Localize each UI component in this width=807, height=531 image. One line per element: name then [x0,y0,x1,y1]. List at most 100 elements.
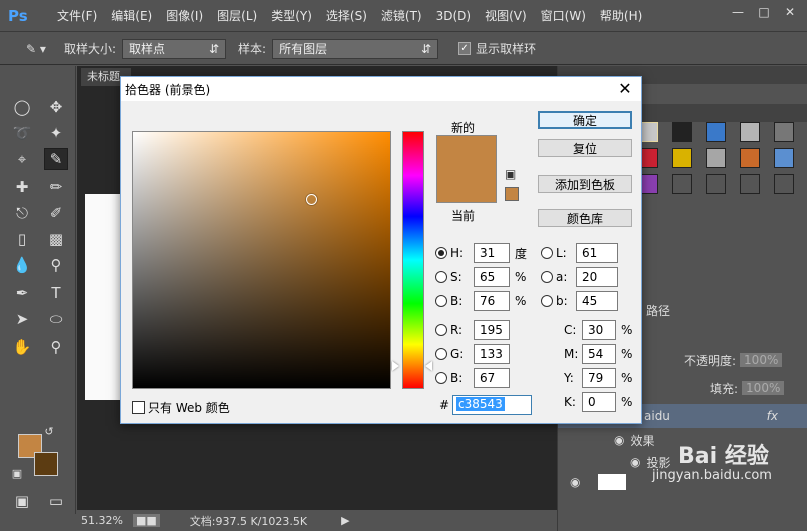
close-icon[interactable]: ✕ [615,79,635,98]
path-select-icon[interactable]: ➤ [10,308,34,330]
eye-icon[interactable]: ◉ [630,455,640,469]
eye-icon[interactable]: ◉ [614,433,624,447]
gradient-icon[interactable]: ▩ [44,228,68,250]
hue-slider-handle-left[interactable] [392,361,399,371]
style-swatch[interactable] [706,174,726,194]
close-icon[interactable]: ✕ [777,3,803,21]
type-icon[interactable]: T [44,282,68,304]
blue-input[interactable]: 67 [474,368,510,388]
sample-size-select[interactable]: 取样点 ⇵ [122,38,227,59]
hue-radio[interactable] [435,247,447,259]
show-ring-checkbox[interactable]: ✓ [458,42,472,55]
color-cursor[interactable] [306,194,317,205]
style-swatch[interactable] [740,148,760,168]
background-color-swatch[interactable] [34,452,58,476]
hue-slider-handle-right[interactable] [425,361,432,371]
green-input[interactable]: 133 [474,344,510,364]
ok-button[interactable]: 确定 [538,111,632,129]
eraser-icon[interactable]: ▯ [10,228,34,250]
style-swatch[interactable] [706,148,726,168]
eyedropper-tool-icon[interactable]: ✎ [44,148,68,170]
blur-icon[interactable]: 💧 [10,254,34,276]
pen-icon[interactable]: ✒ [10,282,34,304]
lab-b-radio[interactable] [541,295,553,307]
new-current-swatch[interactable] [436,135,497,203]
web-safe-swatch[interactable] [505,187,519,201]
dodge-icon[interactable]: ⚲ [44,254,68,276]
lab-l-radio[interactable] [541,247,553,259]
menu-image[interactable]: 图像(I) [159,0,210,32]
opacity-input[interactable]: 100% [740,353,783,367]
menu-3d[interactable]: 3D(D) [429,0,478,32]
web-only-checkbox[interactable] [132,401,145,414]
eyedropper-icon[interactable]: ✎ ▾ [26,42,52,56]
hand-icon[interactable]: ✋ [10,336,34,358]
style-swatch[interactable] [672,122,692,142]
style-swatch[interactable] [774,148,794,168]
menu-window[interactable]: 窗口(W) [534,0,593,32]
lab-b-input[interactable]: 45 [576,291,618,311]
reset-button[interactable]: 复位 [538,139,632,157]
green-radio[interactable] [435,348,447,360]
style-swatch[interactable] [706,122,726,142]
menu-layer[interactable]: 图层(L) [210,0,264,32]
style-swatch[interactable] [740,174,760,194]
menu-edit[interactable]: 编辑(E) [104,0,159,32]
hex-input[interactable]: c38543 [452,395,532,415]
canvas[interactable] [85,194,125,400]
style-swatch[interactable] [740,122,760,142]
zoom-level[interactable]: 51.32% [81,514,123,527]
lasso-icon[interactable]: ➰ [10,122,34,144]
healing-icon[interactable]: ✚ [10,176,34,198]
menu-select[interactable]: 选择(S) [319,0,374,32]
quick-mask-icon[interactable]: ▣ [10,490,34,512]
add-to-swatches-button[interactable]: 添加到色板 [538,175,632,193]
default-colors-icon[interactable]: ▣ [10,462,24,484]
menu-type[interactable]: 类型(Y) [264,0,319,32]
zoom-icon[interactable]: ⚲ [44,336,68,358]
hue-slider[interactable] [402,131,424,389]
cube-icon[interactable]: ▣ [505,167,516,181]
cyan-input[interactable]: 30 [582,320,616,340]
swap-colors-icon[interactable]: ↺ [42,420,56,442]
menu-help[interactable]: 帮助(H) [593,0,649,32]
style-swatch[interactable] [672,174,692,194]
screen-mode-icon[interactable]: ▭ [44,490,68,512]
fill-input[interactable]: 100% [742,381,785,395]
magic-wand-icon[interactable]: ✦ [44,122,68,144]
brush-icon[interactable]: ✏ [44,176,68,198]
play-right-icon[interactable]: ▶ [341,514,349,527]
style-swatch[interactable] [672,148,692,168]
red-radio[interactable] [435,324,447,336]
shape-icon[interactable]: ⬭ [44,308,68,330]
saturation-input[interactable]: 65 [474,267,510,287]
brightness-input[interactable]: 76 [474,291,510,311]
style-swatch[interactable] [774,174,794,194]
black-input[interactable]: 0 [582,392,616,412]
hue-input[interactable]: 31 [474,243,510,263]
eye-icon[interactable]: ◉ [570,475,580,489]
tab-paths[interactable]: 路径 [646,302,670,319]
lab-a-radio[interactable] [541,271,553,283]
sample-select[interactable]: 所有图层 ⇵ [272,38,439,59]
yellow-input[interactable]: 79 [582,368,616,388]
menu-filter[interactable]: 滤镜(T) [374,0,429,32]
menu-file[interactable]: 文件(F) [50,0,104,32]
crop-icon[interactable]: ⌖ [10,148,34,170]
red-input[interactable]: 195 [474,320,510,340]
marquee-icon[interactable]: ◯ [10,96,34,118]
brightness-radio[interactable] [435,295,447,307]
blue-radio[interactable] [435,372,447,384]
color-library-button[interactable]: 颜色库 [538,209,632,227]
style-swatch[interactable] [774,122,794,142]
stamp-icon[interactable]: ⎋ [10,202,34,224]
lab-a-input[interactable]: 20 [576,267,618,287]
web-only-option[interactable]: 只有 Web 颜色 [132,399,230,416]
saturation-brightness-field[interactable] [132,131,391,389]
saturation-radio[interactable] [435,271,447,283]
minimize-icon[interactable]: — [725,3,751,21]
move-icon[interactable]: ✥ [44,96,68,118]
menu-view[interactable]: 视图(V) [478,0,534,32]
lab-l-input[interactable]: 61 [576,243,618,263]
magenta-input[interactable]: 54 [582,344,616,364]
